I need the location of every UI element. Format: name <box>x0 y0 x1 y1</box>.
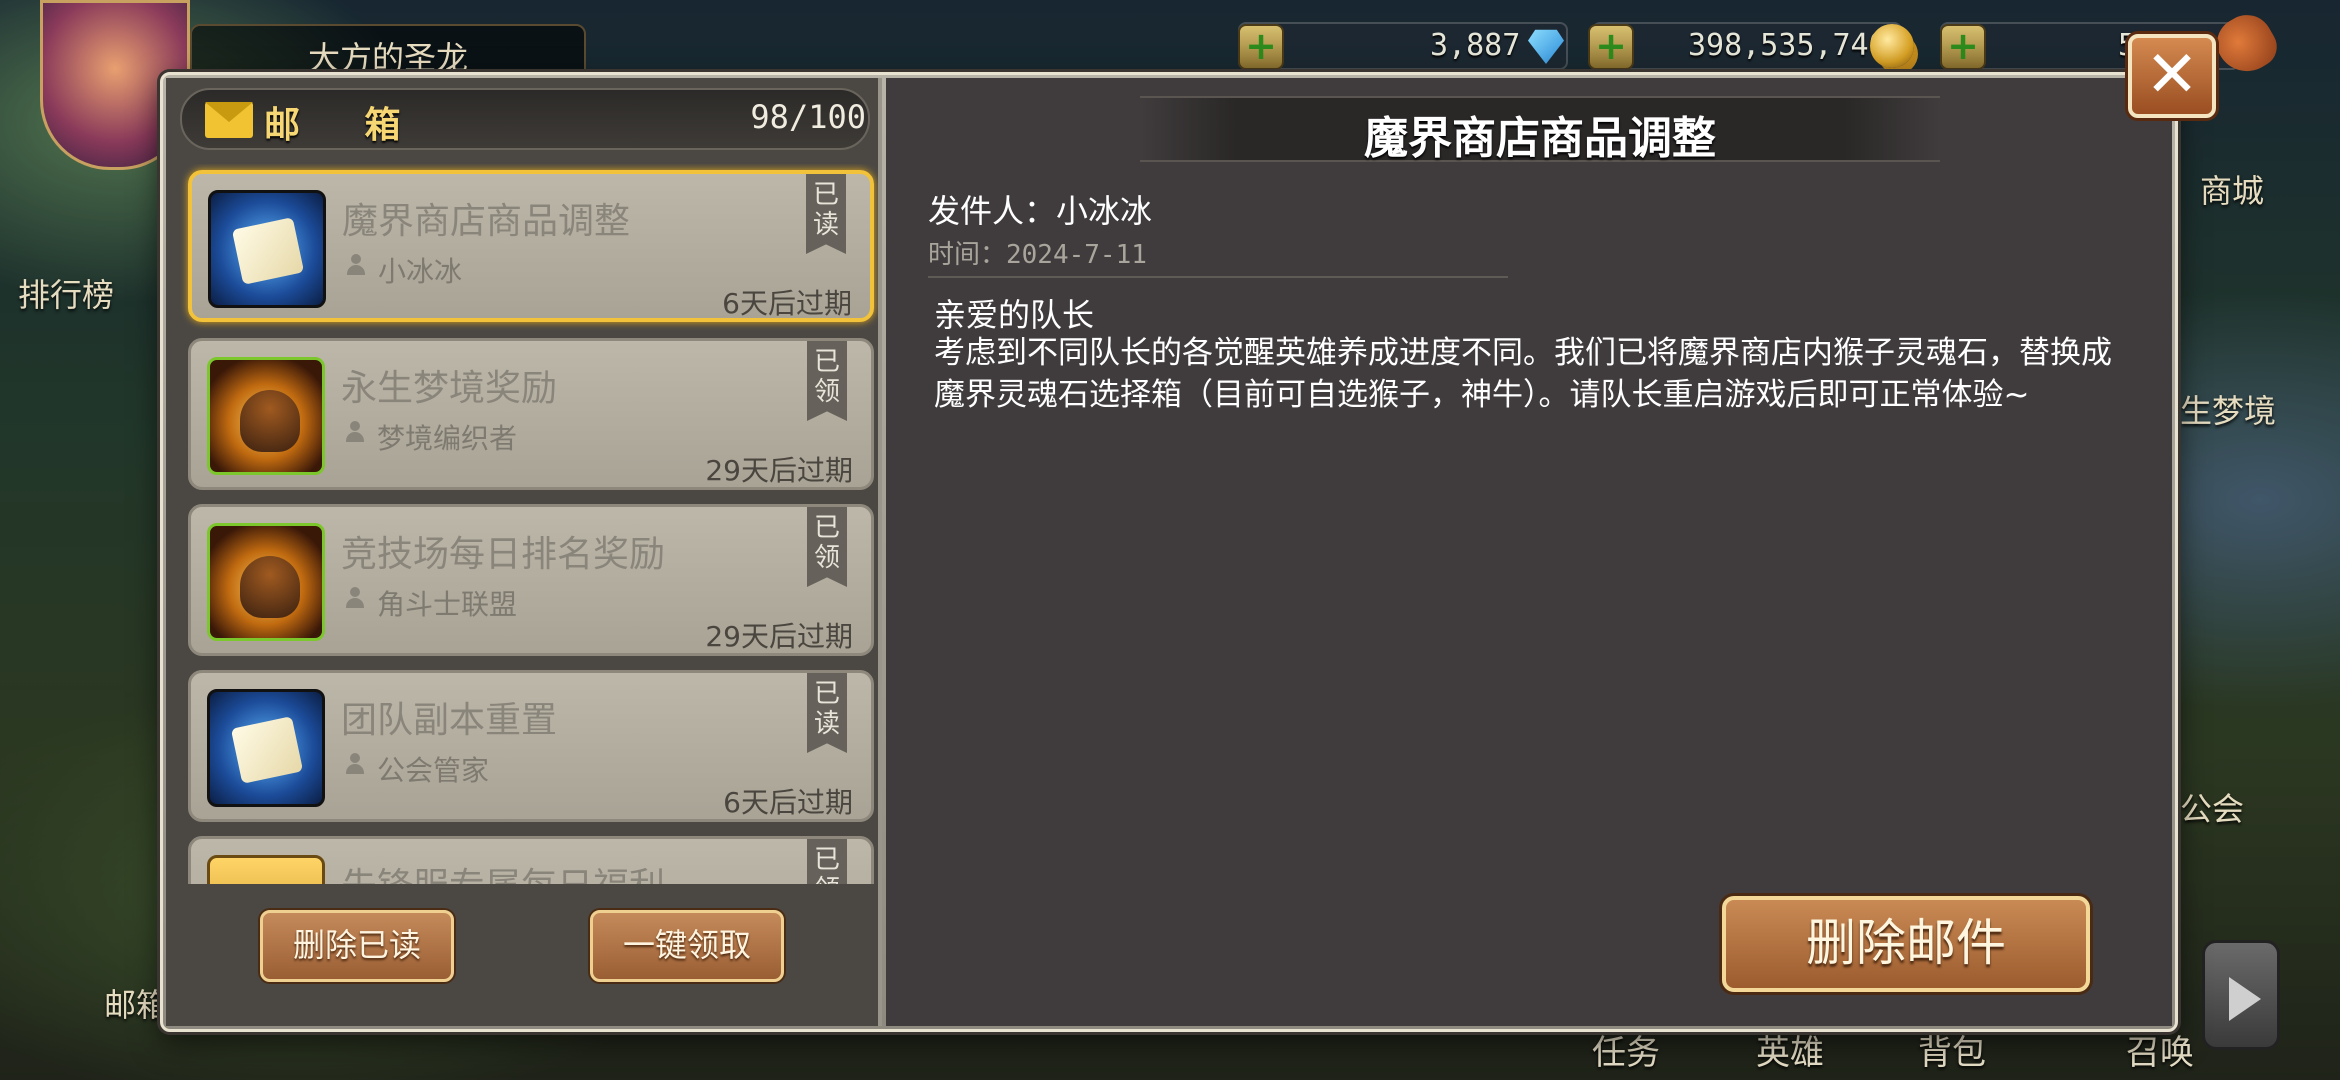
mail-subject: 团队副本重置 <box>341 700 558 741</box>
gold-count: 398,535,740 <box>1688 28 1887 63</box>
mail-item[interactable]: 永生梦境奖励 梦境编织者 29天后过期 已领 <box>188 338 874 490</box>
add-gems-button[interactable]: + <box>1238 24 1284 70</box>
nav-quests[interactable]: 任务 <box>1592 1025 1660 1074</box>
gems-count: 3,887 <box>1430 28 1521 63</box>
letter-icon <box>207 689 325 807</box>
mail-expiry: 29天后过期 <box>705 620 853 653</box>
delete-read-button[interactable]: 删除已读 <box>260 910 454 982</box>
nav-bag[interactable]: 背包 <box>1918 1025 1986 1074</box>
mail-item[interactable]: 魔界商店商品调整 小冰冰 6天后过期 已读 <box>188 170 874 322</box>
delete-mail-button[interactable]: 删除邮件 <box>1722 896 2090 992</box>
person-icon <box>346 254 366 276</box>
dream-label[interactable]: 生梦境 <box>2180 386 2276 432</box>
mail-expiry: 6天后过期 <box>722 287 852 320</box>
detail-body: 考虑到不同队长的各觉醒英雄养成进度不同。我们已将魔界商店内猴子灵魂石，替换成魔界… <box>934 335 2112 413</box>
divider <box>928 276 1508 278</box>
mail-expiry: 6天后过期 <box>723 786 853 819</box>
mail-sender: 公会管家 <box>377 754 490 787</box>
person-icon <box>345 753 365 775</box>
mail-item[interactable]: 团队副本重置 公会管家 6天后过期 已读 <box>188 670 874 822</box>
mail-subject: 先锋服专属每日福利 <box>341 857 665 884</box>
gold-bag-icon <box>207 523 325 641</box>
nav-summon[interactable]: 召唤 <box>2126 1025 2194 1074</box>
mail-status-badge: 已读 <box>806 174 846 254</box>
mailbox-count: 98/100 <box>750 98 866 136</box>
mail-list[interactable]: 魔界商店商品调整 小冰冰 6天后过期 已读 永生梦境奖励 梦境编织者 29天后过… <box>180 164 878 884</box>
detail-time: 时间：2024-7-11 <box>928 240 1147 270</box>
gold-bag-icon <box>207 357 325 475</box>
gift-icon <box>207 855 325 884</box>
mail-sender: 角斗士联盟 <box>377 588 518 621</box>
mail-sender: 小冰冰 <box>378 255 463 288</box>
guild-label[interactable]: 公会 <box>2180 784 2244 830</box>
mail-item[interactable]: 先锋服专属每日福利 已领 <box>188 836 874 884</box>
detail-greeting: 亲爱的队长 <box>934 296 1095 334</box>
mail-subject: 魔界商店商品调整 <box>342 201 631 242</box>
person-icon <box>345 587 365 609</box>
mail-item[interactable]: 竞技场每日排名奖励 角斗士联盟 29天后过期 已领 <box>188 504 874 656</box>
letter-icon <box>208 190 326 308</box>
mail-status-badge: 已领 <box>807 839 847 884</box>
mail-shortcut-label[interactable]: 邮箱 <box>104 980 168 1026</box>
next-arrow-button[interactable] <box>2202 940 2280 1050</box>
nav-heroes[interactable]: 英雄 <box>1756 1025 1824 1074</box>
mail-subject: 永生梦境奖励 <box>341 368 558 409</box>
claim-all-button[interactable]: 一键领取 <box>590 910 784 982</box>
mail-subject: 竞技场每日排名奖励 <box>341 534 666 575</box>
detail-sender: 发件人：小冰冰 <box>928 192 1153 230</box>
add-gold-button[interactable]: + <box>1588 24 1634 70</box>
shop-label[interactable]: 商城 <box>2200 166 2264 212</box>
mail-status-badge: 已领 <box>807 341 847 421</box>
mail-status-badge: 已读 <box>807 673 847 753</box>
gold-coin-icon <box>1870 24 1914 68</box>
mail-expiry: 29天后过期 <box>705 454 853 487</box>
detail-title: 魔界商店商品调整 <box>1364 113 1716 164</box>
mailbox-title: 邮 箱 <box>264 105 427 146</box>
leaderboard-label[interactable]: 排行榜 <box>18 270 114 316</box>
mail-sender: 梦境编织者 <box>377 422 518 455</box>
close-button[interactable]: ✕ <box>2128 34 2216 118</box>
person-icon <box>345 421 365 443</box>
mail-status-badge: 已领 <box>807 507 847 587</box>
envelope-icon <box>205 102 253 138</box>
add-stamina-button[interactable]: + <box>1940 24 1986 70</box>
